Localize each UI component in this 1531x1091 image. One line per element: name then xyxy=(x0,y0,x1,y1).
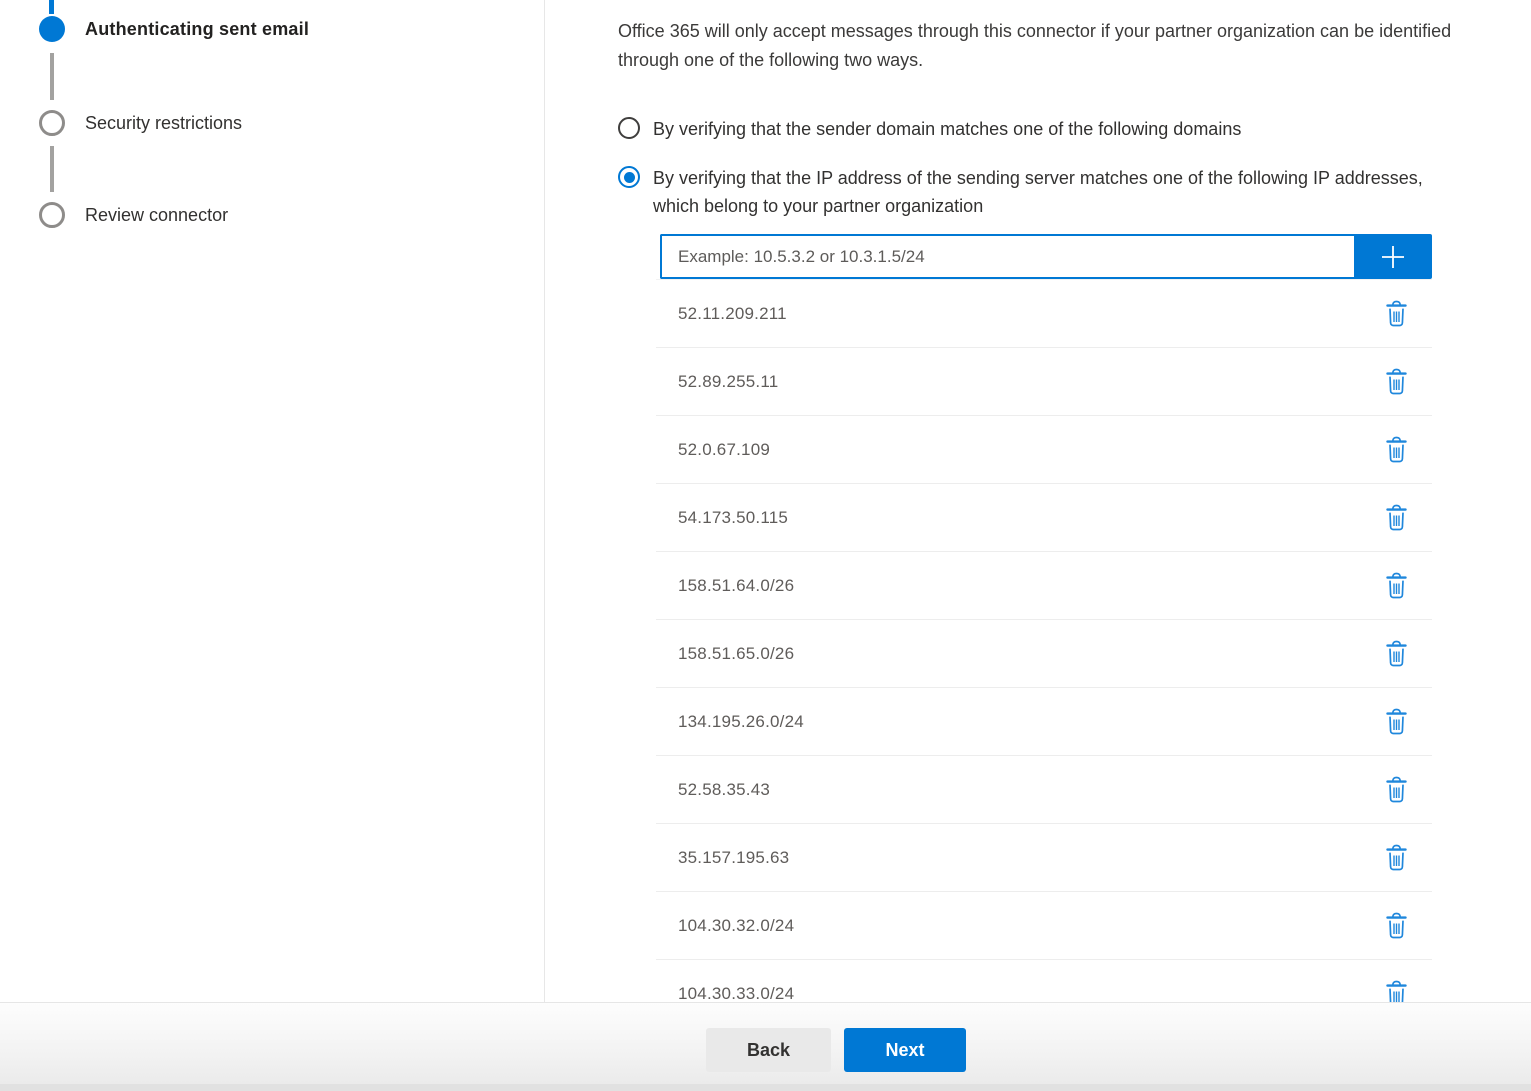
trash-icon xyxy=(1385,844,1408,871)
ip-list-item: 104.30.32.0/24 xyxy=(656,892,1432,960)
wizard-stepper: Authenticating sent email Security restr… xyxy=(0,0,545,1002)
ip-address-value: 52.0.67.109 xyxy=(678,440,770,460)
trash-icon xyxy=(1385,504,1408,531)
delete-ip-button[interactable] xyxy=(1383,638,1410,669)
delete-ip-button[interactable] xyxy=(1383,706,1410,737)
wizard-footer: Back Next xyxy=(0,1002,1531,1091)
delete-ip-button[interactable] xyxy=(1383,434,1410,465)
ip-list-item: 52.58.35.43 xyxy=(656,756,1432,824)
step-content: Office 365 will only accept messages thr… xyxy=(618,0,1531,1028)
verification-options: By verifying that the sender domain matc… xyxy=(618,115,1531,220)
trash-icon xyxy=(1385,640,1408,667)
stepper-connector xyxy=(50,53,54,100)
ip-list-item: 52.0.67.109 xyxy=(656,416,1432,484)
ip-list-item: 134.195.26.0/24 xyxy=(656,688,1432,756)
ip-address-value: 134.195.26.0/24 xyxy=(678,712,804,732)
next-button[interactable]: Next xyxy=(844,1028,966,1072)
delete-ip-button[interactable] xyxy=(1383,910,1410,941)
trash-icon xyxy=(1385,708,1408,735)
radio-selected-icon[interactable] xyxy=(618,166,640,188)
step-upcoming-dot-icon xyxy=(39,110,65,136)
stepper-connector xyxy=(50,146,54,192)
step-label: Review connector xyxy=(85,205,228,226)
delete-ip-button[interactable] xyxy=(1383,842,1410,873)
radio-ip-address-label: By verifying that the IP address of the … xyxy=(653,164,1453,220)
step-label: Security restrictions xyxy=(85,113,242,134)
radio-unselected-icon[interactable] xyxy=(618,117,640,139)
ip-list-item: 52.11.209.211 xyxy=(656,280,1432,348)
stepper-connector-previous xyxy=(49,0,54,14)
ip-list-item: 35.157.195.63 xyxy=(656,824,1432,892)
ip-list: 52.11.209.211 52.89.255.11 xyxy=(656,279,1432,1028)
ip-address-value: 104.30.32.0/24 xyxy=(678,916,794,936)
ip-address-value: 52.89.255.11 xyxy=(678,372,778,392)
step-active-dot-icon xyxy=(39,16,65,42)
step-upcoming-dot-icon xyxy=(39,202,65,228)
ip-add-row xyxy=(660,234,1432,279)
trash-icon xyxy=(1385,572,1408,599)
step-label: Authenticating sent email xyxy=(85,19,309,40)
ip-address-value: 158.51.64.0/26 xyxy=(678,576,794,596)
ip-address-value: 54.173.50.115 xyxy=(678,508,788,528)
ip-list-item: 158.51.65.0/26 xyxy=(656,620,1432,688)
footer-buttons: Back Next xyxy=(706,1028,966,1072)
ip-address-input[interactable] xyxy=(660,234,1354,279)
trash-icon xyxy=(1385,436,1408,463)
step-review-connector: Review connector xyxy=(39,202,228,228)
ip-address-value: 52.58.35.43 xyxy=(678,780,770,800)
delete-ip-button[interactable] xyxy=(1383,366,1410,397)
trash-icon xyxy=(1385,912,1408,939)
delete-ip-button[interactable] xyxy=(1383,502,1410,533)
ip-list-item: 54.173.50.115 xyxy=(656,484,1432,552)
ip-address-value: 52.11.209.211 xyxy=(678,304,787,324)
step-security-restrictions: Security restrictions xyxy=(39,110,242,136)
back-button[interactable]: Back xyxy=(706,1028,831,1072)
radio-ip-address[interactable]: By verifying that the IP address of the … xyxy=(618,164,1531,220)
radio-sender-domain-label: By verifying that the sender domain matc… xyxy=(653,115,1241,143)
step-authenticating-sent-email: Authenticating sent email xyxy=(39,16,309,42)
ip-list-item: 158.51.64.0/26 xyxy=(656,552,1432,620)
plus-icon xyxy=(1377,241,1409,273)
delete-ip-button[interactable] xyxy=(1383,774,1410,805)
ip-address-value: 158.51.65.0/26 xyxy=(678,644,794,664)
trash-icon xyxy=(1385,300,1408,327)
connector-wizard-page: Authenticating sent email Security restr… xyxy=(0,0,1531,1091)
ip-address-value: 35.157.195.63 xyxy=(678,848,789,868)
ip-list-item: 52.89.255.11 xyxy=(656,348,1432,416)
intro-text: Office 365 will only accept messages thr… xyxy=(618,17,1493,75)
delete-ip-button[interactable] xyxy=(1383,570,1410,601)
delete-ip-button[interactable] xyxy=(1383,298,1410,329)
radio-sender-domain[interactable]: By verifying that the sender domain matc… xyxy=(618,115,1531,143)
trash-icon xyxy=(1385,776,1408,803)
trash-icon xyxy=(1385,368,1408,395)
add-ip-button[interactable] xyxy=(1354,234,1432,279)
ip-address-value: 104.30.33.0/24 xyxy=(678,984,794,1004)
